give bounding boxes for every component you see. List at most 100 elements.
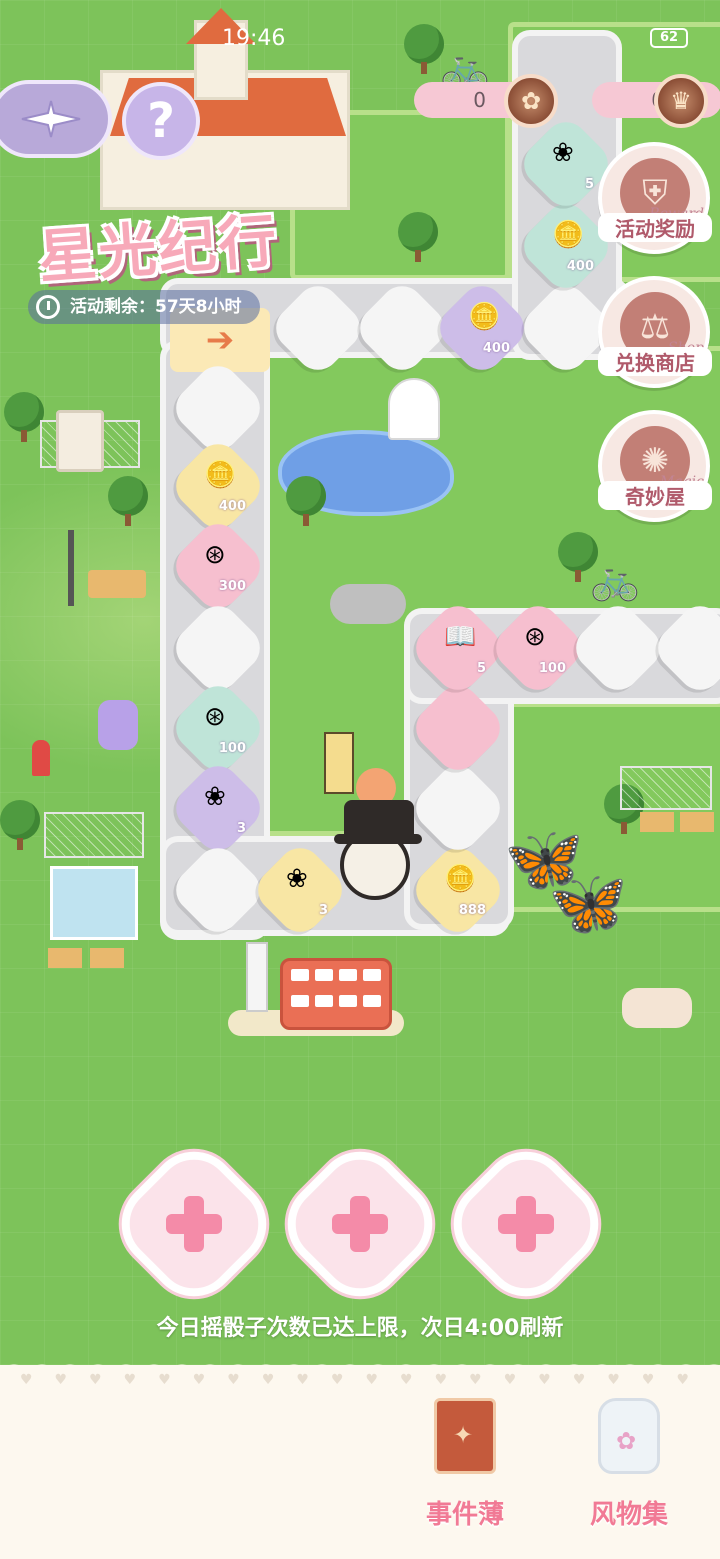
fire-hydrant [32,740,50,776]
tile-reward-amount: 3 [318,903,328,918]
park-bench [88,570,146,598]
clock-icon [36,295,60,319]
board-tile: ❀ 5 [515,113,617,215]
tile-content: ❀ 5 [530,128,602,200]
add-dice-icon [326,1190,394,1258]
board-tile [351,277,453,379]
flower-badge-coin-icon: ✿ [504,74,558,128]
tile-content: ⊛ 100 [502,612,574,684]
tile-reward-amount: 100 [538,661,566,676]
board-tile [167,597,269,699]
reward-button[interactable]: ⛨ Reward 活动奖励 [598,142,712,254]
dice-limit-message: 今日摇骰子次数已达上限，次日4:00刷新 [156,1316,564,1341]
tree [404,24,444,74]
tile-content [582,612,654,684]
tile-reward-amount: 100 [218,741,246,756]
bus-stop-sign [246,942,268,1012]
tree [286,476,326,526]
tree [4,392,44,442]
rainbow-gem-icon: ❀ [204,782,226,812]
board-tile [167,839,269,941]
tile-reward-amount: 3 [236,821,246,836]
tile-content [182,612,254,684]
crest-coin-icon: ⊛ [524,622,546,652]
tile-content: 🪙 400 [446,292,518,364]
collection-button[interactable]: 风物集 [574,1398,684,1531]
help-button[interactable]: ? [122,82,200,160]
tile-reward-amount: 400 [218,499,246,514]
board-tile [267,277,369,379]
event-title: 星光纪行 [36,206,281,292]
tile-content [530,292,602,364]
tile-reward-amount: 888 [458,903,486,918]
fence [44,812,144,858]
event-book-button[interactable]: 事件薄 [410,1398,520,1531]
board-tile: ❀ 3 [249,839,351,941]
tree [0,800,40,850]
tile-content: 🪙 400 [182,450,254,522]
magic-house-button[interactable]: ✺ Magic 奇妙屋 [598,410,712,522]
tile-content: 🪙 888 [422,854,494,926]
start-arrow-icon: ➔ [205,320,235,360]
fence [620,766,712,810]
board-tile [167,357,269,459]
board-tile: 🪙 400 [167,435,269,537]
tile-content [282,292,354,364]
board-tile: 📖 5 [407,597,509,699]
top-hat-brim [334,834,422,844]
shop-button[interactable]: ⚖ Shop 兑换商店 [598,276,712,388]
board-tile: ⊛ 100 [167,677,269,779]
tree [108,476,148,526]
tile-reward-amount: 400 [566,259,594,274]
bicycle-icon: 🚲 [590,557,640,603]
status-time: 19:46 [222,26,286,51]
bench [90,948,124,968]
board-tile: 🪙 400 [515,195,617,297]
tile-content: ⊛ 100 [182,692,254,764]
tile-content: 🪙 400 [530,210,602,282]
board-tile [649,597,720,699]
event-book-icon [434,1398,496,1474]
tile-content: 📖 5 [422,612,494,684]
board-map: 🚲 🚲 🦋 🦋 ➔ 🪙 400 🪙 400 ❀ 5 🪙 400 ⊛ 300 ⊛ 100 ❀ 3 ❀ 3 🪙 888… [0,0,720,1365]
gold-coins-icon: 🪙 [444,864,477,894]
crest-coin-icon: ⊛ [204,540,226,570]
tile-content [366,292,438,364]
board-tile: ⊛ 100 [487,597,589,699]
gazebo [388,378,440,440]
board-tile: ⊛ 300 [167,515,269,617]
event-remaining-time: 活动剩余：57天8小时 [28,290,260,324]
add-dice-icon [492,1190,560,1258]
board-tile [567,597,669,699]
crest-coin-icon: ⊛ [204,702,226,732]
open-book-icon: 📖 [444,622,477,652]
board-tile [407,757,509,859]
smoke-cloud [330,584,406,624]
compass-star-icon [21,100,81,138]
double-decker-bus [280,958,392,1030]
gold-coins-icon: 🪙 [468,302,501,332]
gold-coins-icon: 🪙 [204,460,237,490]
gold-coins-icon: 🪙 [552,220,585,250]
crest-coin-icon: ♛ [654,74,708,128]
rainbow-gem-icon: ❀ [552,138,574,168]
tile-content [182,854,254,926]
board-tile [407,677,509,779]
tile-content: ❀ 3 [264,854,336,926]
tile-content: ❀ 3 [182,772,254,844]
bench [48,948,82,968]
add-dice-icon [160,1190,228,1258]
tile-content [422,692,494,764]
purple-butterfly-kite: 🦋 [548,867,628,941]
board-tile: 🪙 400 [431,277,533,379]
bench [680,812,714,832]
tile-content [422,772,494,844]
tile-reward-amount: 300 [218,579,246,594]
kite-kids [622,988,692,1028]
tile-content [664,612,720,684]
back-button[interactable] [0,80,112,158]
board-tile [515,277,617,379]
scroll-sign [324,732,354,794]
tile-reward-amount: 5 [476,661,486,676]
basketball-court [50,866,138,940]
